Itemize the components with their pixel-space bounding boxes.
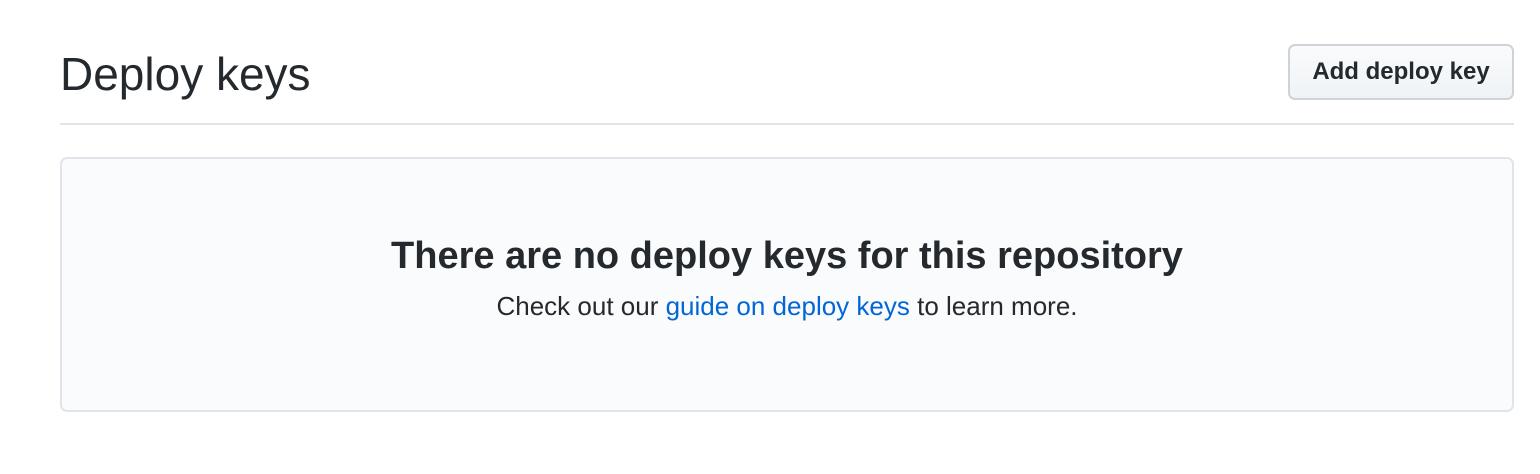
page-header: Deploy keys Add deploy key <box>60 0 1514 125</box>
page-title: Deploy keys <box>60 48 311 100</box>
add-deploy-key-button[interactable]: Add deploy key <box>1288 44 1514 100</box>
deploy-keys-guide-link[interactable]: guide on deploy keys <box>666 291 910 321</box>
empty-state-text-before: Check out our <box>496 291 666 321</box>
empty-state-text: Check out our guide on deploy keys to le… <box>62 289 1512 323</box>
empty-state-title: There are no deploy keys for this reposi… <box>391 235 1183 277</box>
empty-state-text-after: to learn more. <box>909 291 1078 321</box>
empty-state-panel: There are no deploy keys for this reposi… <box>60 157 1514 412</box>
